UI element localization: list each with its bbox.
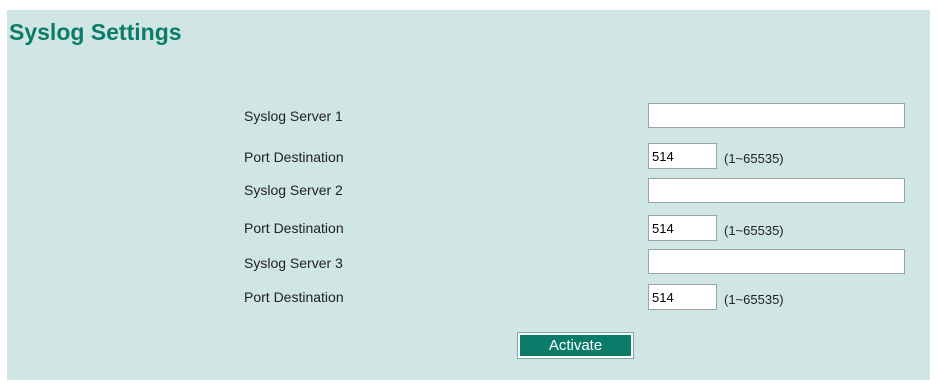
page-title: Syslog Settings — [9, 19, 182, 45]
port-destination-2-range: (1~65535) — [724, 223, 784, 238]
syslog-server-2-input[interactable] — [648, 178, 905, 203]
syslog-server-2-label: Syslog Server 2 — [244, 182, 343, 198]
syslog-server-1-input[interactable] — [648, 103, 905, 128]
syslog-settings-panel: Syslog Settings Syslog Server 1 Port Des… — [7, 10, 930, 380]
activate-button[interactable]: Activate — [517, 332, 634, 359]
port-destination-1-range: (1~65535) — [724, 151, 784, 166]
port-destination-2-label: Port Destination — [244, 220, 344, 236]
port-destination-2-input[interactable] — [648, 215, 717, 241]
port-destination-3-range: (1~65535) — [724, 292, 784, 307]
syslog-server-3-input[interactable] — [648, 249, 905, 274]
syslog-server-3-label: Syslog Server 3 — [244, 255, 343, 271]
syslog-server-1-label: Syslog Server 1 — [244, 108, 343, 124]
port-destination-1-label: Port Destination — [244, 149, 344, 165]
port-destination-1-input[interactable] — [648, 143, 717, 169]
port-destination-3-input[interactable] — [648, 284, 717, 310]
port-destination-3-label: Port Destination — [244, 289, 344, 305]
